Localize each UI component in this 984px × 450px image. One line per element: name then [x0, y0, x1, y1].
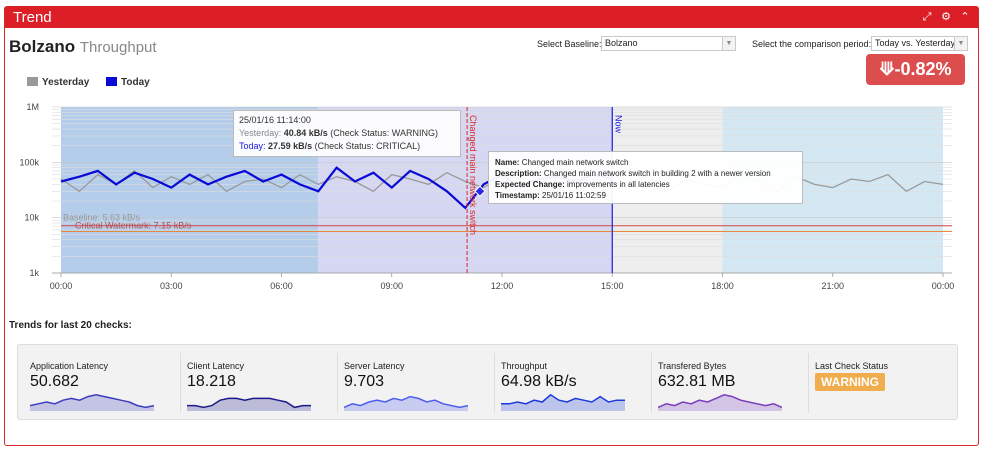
metric-label: Server Latency	[344, 361, 405, 371]
metric-label: Application Latency	[30, 361, 109, 371]
tooltip-yesterday-value: 40.84 kB/s	[283, 128, 328, 138]
x-tick-label: 09:00	[380, 281, 403, 291]
hover-tooltip: 25/01/16 11:14:00 Yesterday: 40.84 kB/s …	[233, 110, 461, 157]
tooltip-yesterday-prefix: Yesterday:	[239, 128, 282, 138]
metric-label: Client Latency	[187, 361, 245, 371]
metric-value: 64.98 kB/s	[501, 373, 577, 390]
event-info-box: Name: Changed main network switch Descri…	[488, 151, 803, 204]
sparkline	[658, 394, 782, 411]
metric-label: Throughput	[501, 361, 548, 371]
y-tick-label: 10k	[24, 213, 39, 223]
x-tick-label: 00:00	[50, 281, 73, 291]
metric-value: 18.218	[187, 373, 236, 390]
metric-value: 632.81 MB	[658, 373, 736, 390]
metric-application-latency[interactable]: Application Latency 50.682	[24, 353, 181, 413]
metric-label: Last Check Status	[815, 361, 889, 371]
tooltip-today: Today: 27.59 kB/s (Check Status: CRITICA…	[239, 140, 455, 153]
info-timestamp: 25/01/16 11:02:59	[542, 191, 606, 200]
info-name: Changed main network switch	[521, 158, 629, 167]
y-tick-label: 1k	[29, 268, 39, 278]
info-timestamp-label: Timestamp:	[495, 191, 540, 200]
tooltip-today-value: 27.59 kB/s	[268, 141, 313, 151]
status-badge: WARNING	[815, 373, 885, 391]
tooltip-yesterday: Yesterday: 40.84 kB/s (Check Status: WAR…	[239, 127, 455, 140]
info-name-label: Name:	[495, 158, 520, 167]
metric-value: 50.682	[30, 373, 79, 390]
throughput-chart: 1M 100k 10k 1k 00:00 03:00 06:00 09:00 12:00 15:0…	[19, 102, 955, 291]
metric-client-latency[interactable]: Client Latency 18.218	[181, 353, 338, 413]
metric-server-latency[interactable]: Server Latency 9.703	[338, 353, 495, 413]
x-tick-label: 15:00	[601, 281, 624, 291]
x-tick-label: 03:00	[160, 281, 183, 291]
info-expected: improvements in all latencies	[567, 180, 670, 189]
sparkline	[501, 393, 625, 411]
now-label: Now	[613, 115, 623, 134]
info-desc: Changed main network switch in building …	[543, 169, 771, 178]
tooltip-today-prefix: Today:	[239, 141, 266, 151]
x-tick-label: 00:00	[932, 281, 955, 291]
sparkline	[344, 395, 468, 411]
metric-last-check-status[interactable]: Last Check Status WARNING	[809, 353, 949, 413]
metric-label: Transfered Bytes	[658, 361, 727, 371]
tooltip-today-status: (Check Status: CRITICAL)	[314, 141, 421, 151]
sparkline-area	[187, 398, 311, 411]
critical-label: Critical Watermark: 7.15 kB/s	[75, 221, 192, 231]
event-label: Changed main network switch	[468, 115, 478, 235]
x-tick-label: 18:00	[711, 281, 734, 291]
tooltip-yesterday-status: (Check Status: WARNING)	[330, 128, 438, 138]
x-tick-label: 21:00	[821, 281, 844, 291]
metric-transfered-bytes[interactable]: Transfered Bytes 632.81 MB	[652, 353, 809, 413]
metric-value: 9.703	[344, 373, 385, 390]
x-tick-label: 12:00	[491, 281, 514, 291]
sparkline	[30, 394, 154, 411]
trends-title: Trends for last 20 checks:	[9, 320, 132, 331]
sparkline	[187, 397, 311, 411]
x-tick-label: 06:00	[270, 281, 293, 291]
metric-throughput[interactable]: Throughput 64.98 kB/s	[495, 353, 652, 413]
y-tick-label: 1M	[26, 102, 39, 112]
info-expected-label: Expected Change:	[495, 180, 565, 189]
tooltip-time: 25/01/16 11:14:00	[239, 115, 311, 125]
info-desc-label: Description:	[495, 169, 542, 178]
y-tick-label: 100k	[19, 157, 39, 167]
metrics-strip: Application Latency 50.682 Client Latenc…	[17, 344, 958, 420]
